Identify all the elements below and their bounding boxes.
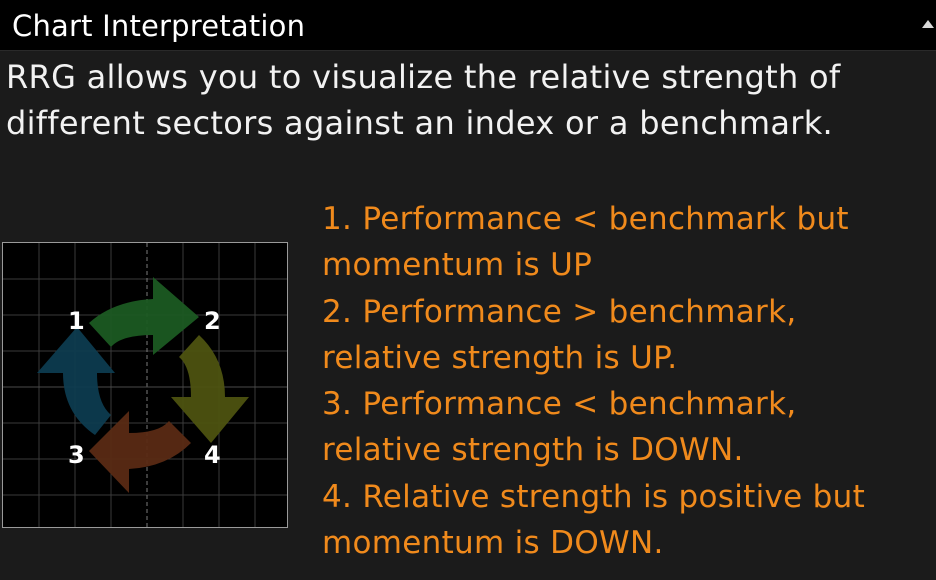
description-line: different sectors against an index or a … — [6, 104, 833, 142]
legend-line: momentum is DOWN. — [322, 525, 664, 562]
description-line: RRG allows you to visualize the relative… — [6, 58, 841, 96]
quadrant-1-label: 1 — [68, 307, 85, 335]
grid-lines — [3, 243, 287, 527]
arrow-1-icon — [37, 327, 115, 435]
chart-interpretation-panel: Chart Interpretation RRG allows you to v… — [0, 0, 936, 580]
rrg-diagram: 1 2 3 4 — [2, 242, 288, 528]
legend-line: 1. Performance < benchmark but — [322, 201, 849, 237]
quadrant-4-label: 4 — [204, 441, 221, 469]
legend-line: momentum is UP — [322, 247, 593, 284]
legend-line: 4. Relative strength is positive but — [322, 478, 866, 515]
legend-line: 3. Performance < benchmark, — [322, 386, 797, 423]
quadrant-legend: 1. Performance < benchmark but momentum … — [322, 196, 928, 566]
panel-title-bar: Chart Interpretation — [0, 0, 936, 51]
quadrant-2-label: 2 — [204, 307, 221, 335]
collapse-icon[interactable] — [922, 20, 934, 28]
legend-line: 2. Performance > benchmark, — [322, 293, 797, 330]
rrg-diagram-graphic — [3, 243, 287, 527]
legend-line: relative strength is UP. — [322, 339, 678, 376]
description: RRG allows you to visualize the relative… — [6, 54, 926, 146]
quadrant-3-label: 3 — [68, 441, 85, 469]
panel-title: Chart Interpretation — [12, 9, 306, 43]
legend-line: relative strength is DOWN. — [322, 432, 744, 469]
